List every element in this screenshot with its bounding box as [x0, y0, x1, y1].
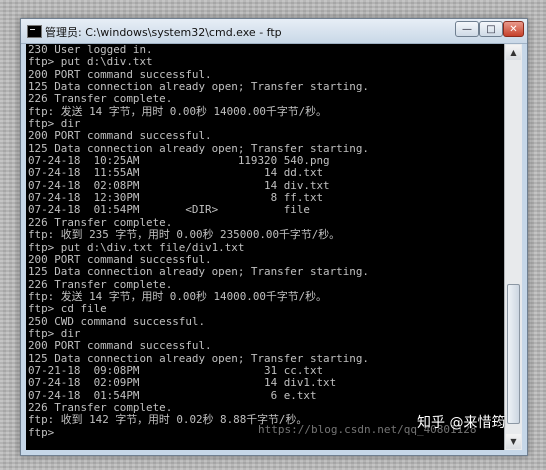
console-line: 200 PORT command successful.: [28, 129, 212, 143]
console-line: 226 Transfer complete.: [28, 92, 173, 106]
title-bar[interactable]: 管理员: C:\windows\system32\cmd.exe - ftp —…: [21, 19, 527, 44]
console-line: ftp> put d:\div.txt: [28, 55, 153, 69]
minimize-button[interactable]: —: [455, 21, 479, 37]
console-line: 200 PORT command successful.: [28, 339, 212, 353]
zhihu-brand: 知乎 @来惜筠: [417, 415, 506, 431]
window-title: 管理员: C:\windows\system32\cmd.exe - ftp: [45, 26, 282, 39]
console-line: ftp> put d:\div.txt file/div1.txt: [28, 240, 245, 254]
scroll-up-button[interactable]: ▲: [506, 45, 521, 60]
close-button[interactable]: ✕: [503, 21, 524, 37]
scroll-down-button[interactable]: ▼: [506, 434, 521, 449]
console-line: ftp: 收到 235 字节，用时 0.00秒 235000.00千字节/秒。: [28, 228, 341, 242]
maximize-button[interactable]: □: [479, 21, 503, 37]
console-output[interactable]: 230 User logged in. ftp> put d:\div.txt 20…: [26, 44, 504, 450]
console-line: 07-24-18 02:09PM 14 div1.txt: [28, 376, 337, 390]
console-line: 250 CWD command successful.: [28, 314, 206, 328]
console-line: ftp: 发送 14 字节，用时 0.00秒 14000.00千字节/秒。: [28, 104, 327, 118]
console-line: ftp> cd file: [28, 302, 107, 316]
console-line: 07-24-18 11:55AM 14 dd.txt: [28, 166, 324, 180]
cmd-window: 管理员: C:\windows\system32\cmd.exe - ftp —…: [20, 18, 528, 456]
scroll-thumb[interactable]: [507, 284, 520, 424]
console-line: 07-24-18 01:54PM <DIR> file: [28, 203, 310, 217]
console-lines: 230 User logged in. ftp> put d:\div.txt 20…: [26, 44, 504, 439]
cmd-icon: [27, 25, 42, 38]
console-line: 125 Data connection already open; Transf…: [28, 265, 369, 279]
vertical-scrollbar[interactable]: ▲ ▼: [504, 44, 522, 450]
